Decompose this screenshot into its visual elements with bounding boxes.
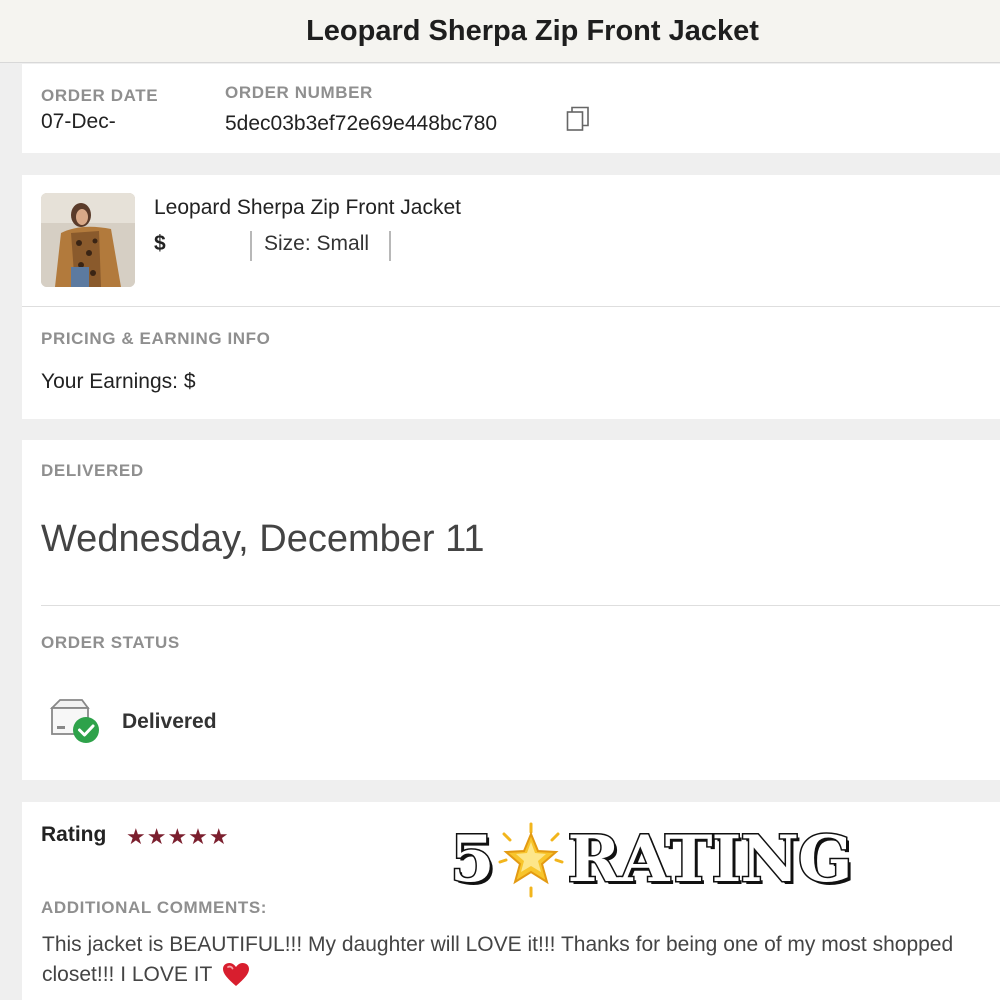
rating-card: Rating ★★★★★ 5 RATING ADDITIONAL COMMENT… (22, 802, 1000, 1000)
comment-text: This jacket is BEAUTIFUL!!! My daughter … (42, 930, 982, 990)
copy-icon[interactable] (566, 106, 590, 132)
delivery-date: Wednesday, December 11 (41, 518, 485, 560)
rating-overlay-number: 5 (449, 822, 496, 897)
separator (250, 231, 252, 261)
package-delivered-icon (49, 699, 99, 743)
product-price: $ (154, 232, 166, 255)
order-number-label: ORDER NUMBER (225, 83, 373, 102)
comments-label: ADDITIONAL COMMENTS: (41, 898, 268, 917)
rating-label: Rating (41, 823, 107, 846)
product-name[interactable]: Leopard Sherpa Zip Front Jacket (154, 196, 461, 220)
page-header: Leopard Sherpa Zip Front Jacket (0, 0, 1000, 63)
product-thumbnail[interactable] (41, 193, 135, 287)
red-heart-icon (222, 963, 249, 987)
order-number-value: 5dec03b3ef72e69e448bc780 (225, 112, 498, 135)
delivered-label: DELIVERED (41, 461, 144, 480)
page-title: Leopard Sherpa Zip Front Jacket (306, 14, 759, 47)
order-date-label: ORDER DATE (41, 86, 159, 105)
order-status-value: Delivered (122, 710, 217, 733)
separator (389, 231, 391, 261)
order-date-value: 07-Dec- (41, 110, 116, 133)
comment-body: This jacket is BEAUTIFUL!!! My daughter … (42, 933, 954, 986)
divider (22, 306, 1000, 307)
order-status-label: ORDER STATUS (41, 633, 180, 652)
glowing-star-icon (498, 822, 564, 898)
rating-overlay: 5 RATING (449, 820, 854, 900)
delivery-card: DELIVERED Wednesday, December 11 ORDER S… (22, 440, 1000, 780)
rating-stars: ★★★★★ (126, 824, 230, 849)
product-card: Leopard Sherpa Zip Front Jacket $ Size: … (22, 175, 1000, 419)
earnings-value: Your Earnings: $ (41, 370, 196, 393)
pricing-label: PRICING & EARNING INFO (41, 329, 271, 348)
divider (41, 605, 1000, 606)
rating-overlay-text: RATING (566, 822, 854, 897)
product-size: Size: Small (264, 232, 370, 255)
order-info-card: ORDER DATE 07-Dec- ORDER NUMBER 5dec03b3… (22, 64, 1000, 153)
product-image (41, 193, 135, 287)
